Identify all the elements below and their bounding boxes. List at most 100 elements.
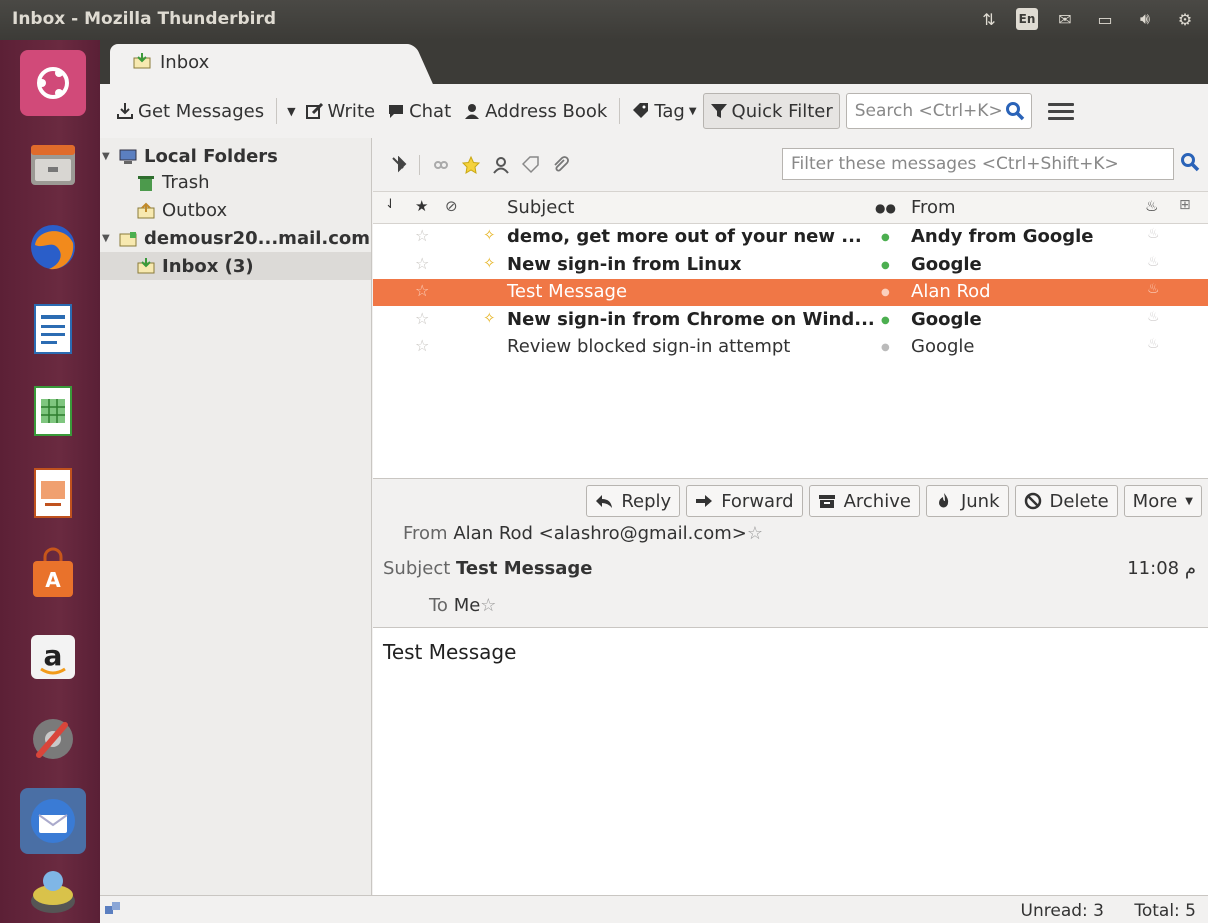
- online-status-icon[interactable]: [104, 900, 122, 918]
- message-row[interactable]: ☆ Test Message ● Alan Rod ♨: [373, 279, 1208, 306]
- thread-column-icon[interactable]: ⇃: [385, 197, 396, 212]
- from-value[interactable]: Alan Rod <alashro@gmail.com>: [453, 523, 747, 544]
- search-icon[interactable]: [1180, 152, 1200, 172]
- message-row[interactable]: ☆ ✧ demo, get more out of your new ... ● And…: [373, 224, 1208, 251]
- files-icon[interactable]: [20, 132, 86, 198]
- read-status-icon[interactable]: ●: [881, 260, 890, 271]
- message-row[interactable]: ☆ Review blocked sign-in attempt ● Google ♨: [373, 334, 1208, 361]
- attachment-filter-icon[interactable]: [546, 150, 576, 180]
- writer-icon[interactable]: [20, 296, 86, 362]
- contact-filter-icon[interactable]: [486, 150, 516, 180]
- star-icon[interactable]: ☆: [415, 309, 429, 328]
- thunderbird-icon[interactable]: [20, 788, 86, 854]
- svg-text:a: a: [44, 639, 63, 672]
- folder-outbox[interactable]: Outbox: [136, 200, 227, 221]
- search-icon[interactable]: [1004, 101, 1025, 121]
- attachment-column-icon[interactable]: ⊘: [445, 197, 458, 215]
- folder-account[interactable]: ▼ demousr20...mail.com: [102, 228, 370, 249]
- read-status-icon[interactable]: ●: [881, 232, 890, 243]
- starred-filter-icon[interactable]: [456, 150, 486, 180]
- ubuntu-dash-icon[interactable]: [20, 50, 86, 116]
- junk-column-icon[interactable]: ♨: [1145, 197, 1158, 215]
- tags-filter-icon[interactable]: [516, 150, 546, 180]
- read-status-icon[interactable]: ●: [881, 342, 890, 353]
- message-header: Reply Forward Archive Junk Delete More ▼…: [373, 478, 1208, 628]
- main-toolbar: Get Messages ▼ Write Chat Address Book T…: [100, 84, 1208, 138]
- impress-icon[interactable]: [20, 460, 86, 526]
- reply-button[interactable]: Reply: [586, 485, 681, 517]
- archive-button[interactable]: Archive: [808, 485, 920, 517]
- star-icon[interactable]: ☆: [480, 595, 496, 616]
- toolbar-separator: [619, 98, 621, 124]
- search-input[interactable]: Search <Ctrl+K>: [845, 93, 1032, 129]
- battery-icon[interactable]: ▭: [1092, 6, 1118, 32]
- chat-button[interactable]: Chat: [381, 93, 457, 129]
- quick-filter-button[interactable]: Quick Filter: [702, 93, 840, 129]
- message-time: 11:08 م: [1127, 558, 1196, 579]
- toolbar-separator: [276, 98, 278, 124]
- forward-button[interactable]: Forward: [686, 485, 803, 517]
- unread-filter-icon[interactable]: [426, 150, 456, 180]
- star-column-icon[interactable]: ★: [415, 197, 428, 215]
- star-icon[interactable]: ☆: [415, 254, 429, 273]
- outbox-icon: [137, 202, 155, 218]
- read-status-icon[interactable]: ●: [881, 315, 890, 326]
- network-icon[interactable]: ⇅: [976, 6, 1002, 32]
- header-from: From Alan Rod <alashro@gmail.com>☆: [403, 523, 763, 544]
- folder-inbox[interactable]: Inbox (3): [100, 252, 371, 280]
- message-row[interactable]: ☆ ✧ New sign-in from Linux ● Google ♨: [373, 252, 1208, 279]
- tag-button[interactable]: Tag ▼: [626, 93, 702, 129]
- expand-triangle-icon[interactable]: ▼: [102, 151, 112, 162]
- folder-trash[interactable]: Trash: [136, 172, 210, 193]
- tab-label: Inbox: [160, 52, 210, 73]
- junk-status-icon[interactable]: ♨: [1147, 254, 1160, 270]
- message-from: Alan Rod: [911, 281, 991, 302]
- column-subject[interactable]: Subject: [507, 197, 574, 218]
- read-status-icon[interactable]: ●: [881, 287, 890, 298]
- calc-icon[interactable]: [20, 378, 86, 444]
- software-center-icon[interactable]: A: [20, 542, 86, 608]
- junk-button[interactable]: Junk: [925, 485, 1009, 517]
- address-book-button[interactable]: Address Book: [457, 93, 613, 129]
- star-icon[interactable]: ☆: [415, 226, 429, 245]
- get-messages-button[interactable]: Get Messages: [110, 93, 270, 129]
- tab-strip: Inbox: [100, 40, 1208, 84]
- star-icon[interactable]: ☆: [747, 523, 763, 544]
- new-message-icon: ✧: [483, 226, 496, 244]
- to-value[interactable]: Me: [454, 595, 481, 616]
- message-row[interactable]: ☆ ✧ New sign-in from Chrome on Wind... ● Goo…: [373, 307, 1208, 334]
- message-subject: New sign-in from Linux: [507, 253, 742, 275]
- folder-label: Local Folders: [144, 146, 278, 167]
- system-settings-icon[interactable]: [20, 706, 86, 772]
- junk-status-icon[interactable]: ♨: [1147, 309, 1160, 325]
- settings-gear-icon[interactable]: ⚙: [1172, 6, 1198, 32]
- junk-status-icon[interactable]: ♨: [1147, 281, 1160, 297]
- keyboard-layout-indicator[interactable]: En: [1016, 8, 1038, 30]
- junk-label: Junk: [960, 490, 1000, 512]
- more-button[interactable]: More ▼: [1123, 485, 1202, 517]
- pin-icon[interactable]: [383, 150, 413, 180]
- star-icon[interactable]: ☆: [415, 336, 429, 355]
- folder-label: Outbox: [162, 200, 228, 221]
- amazon-icon[interactable]: a: [20, 624, 86, 690]
- flame-icon: [938, 493, 949, 508]
- volume-icon[interactable]: 🔊︎: [1132, 6, 1158, 32]
- expand-triangle-icon[interactable]: ▼: [102, 233, 112, 244]
- filter-messages-input[interactable]: Filter these messages <Ctrl+Shift+K>: [782, 148, 1174, 180]
- folder-local-folders[interactable]: ▼ Local Folders: [102, 146, 278, 167]
- mail-icon[interactable]: ✉: [1052, 6, 1078, 32]
- column-header: ⇃ ★ ⊘ Subject ●● From ♨ ⊞: [373, 192, 1208, 224]
- tab-inbox[interactable]: Inbox: [110, 44, 410, 84]
- app-menu-button[interactable]: [1047, 98, 1074, 124]
- get-messages-dropdown[interactable]: ▼: [283, 93, 299, 129]
- firefox-icon[interactable]: [20, 214, 86, 280]
- delete-button[interactable]: Delete: [1014, 485, 1118, 517]
- column-picker-icon[interactable]: ⊞: [1179, 197, 1191, 213]
- star-icon[interactable]: ☆: [415, 281, 429, 300]
- read-column-icon[interactable]: ●●: [875, 201, 896, 215]
- junk-status-icon[interactable]: ♨: [1147, 336, 1160, 352]
- disc-icon[interactable]: [20, 860, 86, 923]
- write-button[interactable]: Write: [300, 93, 382, 129]
- column-from[interactable]: From: [911, 197, 956, 218]
- junk-status-icon[interactable]: ♨: [1147, 226, 1160, 242]
